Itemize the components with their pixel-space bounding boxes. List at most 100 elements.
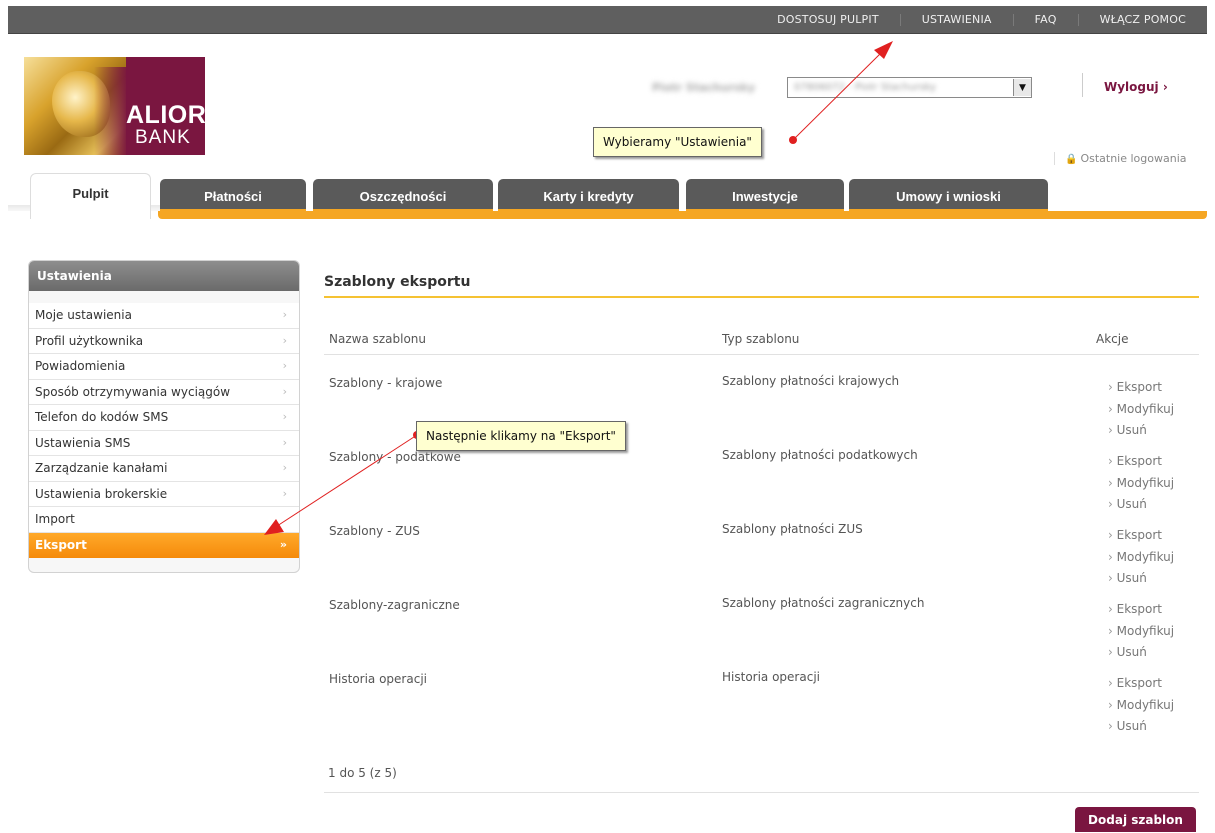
sidebar-item-label: Eksport — [35, 537, 87, 552]
double-chevron-right-icon: » — [279, 537, 287, 551]
template-name: Szablony-zagraniczne — [329, 598, 460, 612]
tab-inwestycje[interactable]: Inwestycje — [686, 179, 844, 213]
template-type: Szablony płatności krajowych — [722, 374, 900, 388]
sidebar-item-label: Moje ustawienia — [35, 308, 132, 322]
sidebar-item-powiadomienia[interactable]: Powiadomienia › — [29, 354, 299, 380]
alior-bank-logo[interactable]: ALIOR BANK — [24, 57, 205, 155]
sidebar-item-label: Powiadomienia — [35, 359, 126, 373]
arrow-origin-dot — [789, 136, 797, 144]
template-name: Szablony - podatkowe — [329, 450, 461, 464]
template-type: Szablony płatności ZUS — [722, 522, 863, 536]
tab-oszczednosci[interactable]: Oszczędności — [313, 179, 493, 213]
delete-link[interactable]: Usuń — [1108, 420, 1174, 442]
sidebar-item-sposob-otrzymywania-wyciagow[interactable]: Sposób otrzymywania wyciągów › — [29, 380, 299, 405]
export-link[interactable]: Eksport — [1108, 599, 1174, 621]
delete-link[interactable]: Usuń — [1108, 642, 1174, 664]
logout-link[interactable]: Wyloguj › — [1104, 80, 1168, 94]
sidebar-item-telefon-do-kodow-sms[interactable]: Telefon do kodów SMS › — [29, 405, 299, 431]
sidebar-item-profil-uzytkownika[interactable]: Profil użytkownika › — [29, 329, 299, 354]
sidebar-item-label: Sposób otrzymywania wyciągów — [35, 384, 231, 399]
sidebar-item-label: Zarządzanie kanałami — [35, 461, 168, 475]
template-name: Szablony - ZUS — [329, 524, 420, 538]
tab-pulpit[interactable]: Pulpit — [30, 173, 151, 219]
template-name: Historia operacji — [329, 672, 427, 686]
sidebar-item-moje-ustawienia[interactable]: Moje ustawienia › — [29, 303, 299, 329]
export-link[interactable]: Eksport — [1108, 377, 1174, 399]
title-underline — [324, 296, 1199, 298]
lock-icon: 🔒 — [1065, 154, 1078, 165]
row-actions: Eksport Modyfikuj Usuń — [1108, 525, 1175, 590]
delete-link[interactable]: Usuń — [1108, 494, 1174, 516]
divider — [324, 792, 1199, 793]
sidebar-item-zarzadzanie-kanalami[interactable]: Zarządzanie kanałami › — [29, 456, 299, 482]
tab-platnosci[interactable]: Płatności — [160, 179, 306, 213]
topnav-faq[interactable]: FAQ — [1012, 13, 1078, 26]
topnav-settings[interactable]: USTAWIENIA — [899, 13, 1013, 26]
settings-sidebar: Ustawienia Moje ustawienia › Profil użytk… — [28, 260, 300, 573]
row-actions: Eksport Modyfikuj Usuń — [1108, 673, 1175, 738]
callout-export: Następnie klikamy na "Eksport" — [416, 421, 626, 451]
logo-text-alior: ALIOR — [126, 101, 205, 129]
modify-link[interactable]: Modyfikuj — [1108, 547, 1175, 569]
chevron-right-icon: › — [282, 461, 287, 474]
tab-umowy-i-wnioski[interactable]: Umowy i wnioski — [849, 179, 1048, 213]
tab-karty-i-kredyty[interactable]: Karty i kredyty — [498, 179, 679, 213]
account-select-value: 07806072 - Piotr Stachursky — [794, 82, 937, 93]
sidebar-item-label: Ustawienia SMS — [35, 435, 131, 450]
top-nav: DOSTOSUJ PULPIT USTAWIENIA FAQ WŁĄCZ POM… — [756, 6, 1207, 33]
export-link[interactable]: Eksport — [1108, 673, 1174, 695]
pagination-info: 1 do 5 (z 5) — [328, 766, 397, 780]
topnav-enable-help[interactable]: WŁĄCZ POMOC — [1077, 13, 1207, 26]
last-logins-link[interactable]: 🔒 Ostatnie logowania — [1054, 152, 1187, 165]
sidebar-item-label: Import — [35, 512, 75, 526]
row-actions: Eksport Modyfikuj Usuń — [1108, 451, 1175, 516]
row-actions: Eksport Modyfikuj Usuń — [1108, 377, 1175, 442]
logo-text-bank: BANK — [135, 127, 191, 148]
table-row: Szablony - ZUS Szablony płatności ZUS Ek… — [324, 518, 1199, 592]
page-title: Szablony eksportu — [324, 274, 471, 290]
row-actions: Eksport Modyfikuj Usuń — [1108, 599, 1175, 664]
chevron-right-icon: › — [282, 435, 287, 449]
template-name: Szablony - krajowe — [329, 376, 443, 390]
column-header-type: Typ szablonu — [722, 332, 800, 346]
sidebar-item-label: Telefon do kodów SMS — [35, 410, 169, 424]
sidebar-item-eksport[interactable]: Eksport » — [29, 532, 299, 558]
account-select[interactable]: 07806072 - Piotr Stachursky ▼ — [787, 77, 1032, 98]
add-template-button[interactable]: Dodaj szablon — [1075, 807, 1196, 832]
chevron-right-icon: › — [282, 486, 287, 500]
main-tabs: Pulpit Płatności Oszczędności Karty i kr… — [8, 167, 1207, 219]
table-row: Historia operacji Historia operacji Eksp… — [324, 666, 1199, 740]
topnav-customize-dashboard[interactable]: DOSTOSUJ PULPIT — [756, 13, 900, 26]
sidebar-title: Ustawienia — [29, 261, 299, 291]
modify-link[interactable]: Modyfikuj — [1108, 473, 1175, 495]
template-type: Szablony płatności podatkowych — [722, 448, 918, 462]
delete-link[interactable]: Usuń — [1108, 568, 1174, 590]
sidebar-item-ustawienia-brokerskie[interactable]: Ustawienia brokerskie › — [29, 482, 299, 507]
template-type: Szablony płatności zagranicznych — [722, 596, 925, 610]
template-type: Historia operacji — [722, 670, 820, 684]
modify-link[interactable]: Modyfikuj — [1108, 695, 1175, 717]
sidebar-item-import[interactable]: Import — [29, 507, 299, 533]
modify-link[interactable]: Modyfikuj — [1108, 621, 1175, 643]
chevron-down-icon[interactable]: ▼ — [1013, 79, 1031, 96]
sidebar-item-label: Profil użytkownika — [35, 333, 144, 348]
column-header-name: Nazwa szablonu — [329, 332, 427, 346]
delete-link[interactable]: Usuń — [1108, 716, 1174, 738]
chevron-right-icon: › — [282, 308, 287, 321]
chevron-right-icon: › — [282, 333, 287, 347]
table-row: Szablony - podatkowe Szablony płatności … — [324, 444, 1199, 518]
callout-settings: Wybieramy "Ustawienia" — [593, 127, 762, 157]
chevron-right-icon: › — [282, 410, 287, 423]
last-logins-label: Ostatnie logowania — [1080, 152, 1187, 165]
modify-link[interactable]: Modyfikuj — [1108, 399, 1175, 421]
table-header: Nazwa szablonu Typ szablonu Akcje — [324, 322, 1199, 355]
table-row: Szablony-zagraniczne Szablony płatności … — [324, 592, 1199, 666]
chevron-right-icon: › — [282, 384, 287, 398]
export-link[interactable]: Eksport — [1108, 451, 1174, 473]
logo-emblem-icon — [24, 57, 128, 155]
column-header-actions: Akcje — [1096, 332, 1129, 346]
export-link[interactable]: Eksport — [1108, 525, 1174, 547]
top-bar: DOSTOSUJ PULPIT USTAWIENIA FAQ WŁĄCZ POM… — [8, 6, 1207, 34]
sidebar-item-ustawienia-sms[interactable]: Ustawienia SMS › — [29, 431, 299, 456]
divider — [1082, 73, 1083, 97]
